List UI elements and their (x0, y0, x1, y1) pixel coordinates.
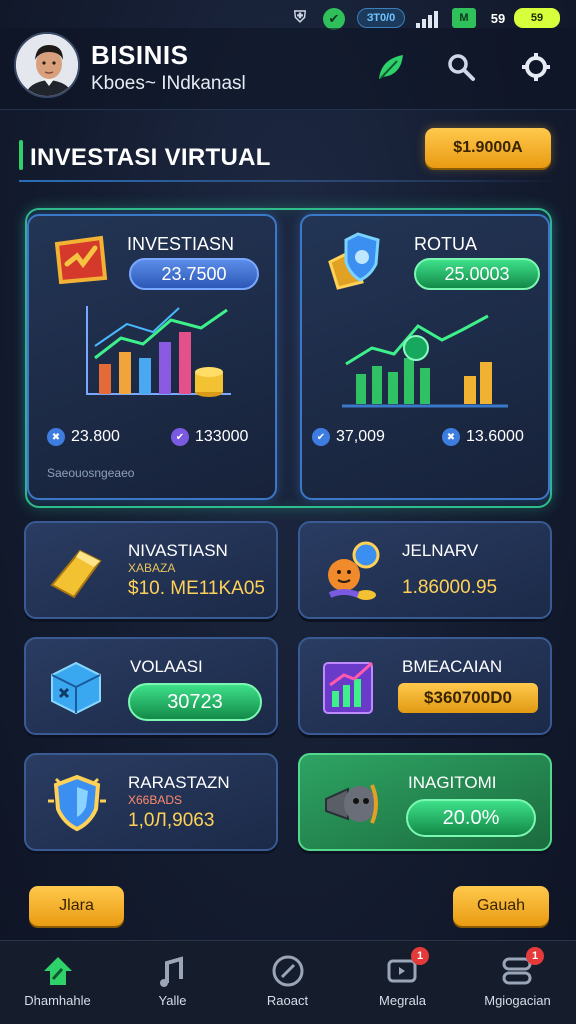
avatar[interactable] (14, 32, 80, 98)
growth-chart-illustration (342, 314, 508, 408)
swap-icon: ✖ (47, 428, 65, 446)
mascot-coin-icon (328, 541, 380, 600)
settings-button[interactable] (519, 50, 553, 84)
featured-card-investiasn[interactable]: INVESTIASN 23.7500 ✖ 23.800 ✔ 133000 Sae… (27, 214, 277, 500)
cube-icon (51, 661, 101, 715)
check-icon: ✔ (312, 428, 330, 446)
featured-stat-2-value: 13.6000 (466, 428, 524, 445)
leaf-status-icon: ✔ (323, 8, 345, 30)
tab-label: Raoact (266, 993, 309, 1008)
featured-card-rotua[interactable]: ROTUA 25.0003 ✔ 37,009 ✖ 13.6000 (300, 214, 550, 500)
card-title: INAGITOMI (408, 773, 497, 792)
card-jelnarv[interactable]: JELNARV 1.86000.95 (298, 521, 552, 619)
card-title: VOLAASI (130, 657, 203, 676)
card-nivastiasn[interactable]: NIVASTIASN XABAZA $10. ME11KA05 (24, 521, 278, 619)
status-number: 59 (490, 10, 506, 26)
tab-mgiogacian[interactable]: 1 Mgiogacian (460, 941, 575, 1024)
featured-stat-1-value: 37,009 (336, 428, 385, 445)
tab-label: Megrala (379, 993, 426, 1008)
toggles-icon: 1 (500, 947, 544, 989)
battery-indicator: 59 (514, 8, 560, 28)
shield-status-icon: ⛨ (293, 9, 306, 26)
bar-chart-icon (323, 661, 373, 714)
card-title: JELNARV (402, 541, 479, 560)
tab-megrala[interactable]: 1 Megrala (345, 941, 460, 1024)
section-title: INVESTASI VIRTUAL (30, 144, 271, 171)
tab-label: Yalle (158, 993, 187, 1008)
card-volaasi[interactable]: VOLAASI 30723 (24, 637, 278, 735)
card-value: $10. ME11KA05 (128, 578, 265, 599)
featured-amount: 25.0003 (414, 258, 540, 290)
card-value: 20.0% (406, 799, 536, 837)
app-subtitle: Kboes~ INdkanasl (91, 73, 246, 94)
shield-icon (48, 774, 106, 832)
app-header: BISINIS Kboes~ INdkanasl (0, 28, 576, 110)
music-note-icon (155, 953, 191, 989)
featured-footer: Saeouosngeaeo (47, 466, 135, 480)
signal-icon (413, 8, 441, 28)
leaf-button[interactable] (374, 50, 408, 84)
compass-icon (270, 953, 306, 989)
featured-stat-2: ✔ 133000 (171, 428, 248, 446)
featured-stat-2-value: 133000 (195, 428, 249, 445)
left-action-button[interactable]: Jlara (29, 886, 124, 926)
card-rarastazn[interactable]: RARASTAZN X66BADS 1,0Л,9063 (24, 753, 278, 851)
bottom-tab-bar: Dhamhahle Yalle Raoact 1 Megrala 1 Mgiog… (0, 940, 576, 1024)
megaphone-icon (325, 784, 378, 824)
featured-stat-1: ✖ 23.800 (47, 428, 120, 446)
swap-icon: ✖ (442, 428, 460, 446)
card-bmeacaian[interactable]: BMEACAIAN $360700D0 (298, 637, 552, 735)
card-subtitle: XABAZA (128, 561, 176, 575)
balance-button[interactable]: $1.9000A (425, 128, 551, 168)
card-title: NIVASTIASN (128, 541, 228, 560)
featured-stat-1-value: 23.800 (71, 428, 120, 445)
section-accent (19, 140, 23, 170)
home-icon (40, 953, 76, 989)
bar-chart-illustration (86, 306, 231, 397)
tab-dashboard[interactable]: Dhamhahle (0, 941, 115, 1024)
featured-title: ROTUA (414, 234, 477, 254)
right-action-button[interactable]: Gauah (453, 886, 549, 926)
featured-stat-1: ✔ 37,009 (312, 428, 385, 446)
tab-yalle[interactable]: Yalle (115, 941, 230, 1024)
gear-icon (522, 53, 550, 81)
search-button[interactable] (444, 50, 478, 84)
card-value: 1.86000.95 (402, 577, 498, 598)
featured-stat-2: ✖ 13.6000 (442, 428, 524, 446)
tab-label: Dhamhahle (24, 993, 91, 1008)
tab-raoact[interactable]: Raoact (230, 941, 345, 1024)
card-subtitle: X66BADS (128, 793, 183, 807)
card-title: RARASTAZN (128, 773, 230, 792)
search-icon (448, 54, 475, 81)
card-value: $360700D0 (398, 683, 538, 713)
sim-chip: M (452, 8, 476, 28)
section-divider (19, 180, 557, 182)
network-pill: ЗТ0/0 (357, 8, 405, 28)
message-icon: 1 (385, 947, 429, 989)
notification-badge: 1 (526, 947, 544, 965)
card-title: BMEACAIAN (402, 657, 503, 676)
featured-amount: 23.7500 (129, 258, 259, 290)
shield-coins-icon (328, 232, 380, 290)
featured-title: INVESTIASN (127, 234, 235, 254)
leaf-icon (379, 55, 403, 79)
check-icon: ✔ (171, 428, 189, 446)
card-value: 1,0Л,9063 (128, 810, 215, 831)
app-title: BISINIS (91, 40, 189, 70)
chart-badge-icon (54, 235, 108, 284)
card-value: 30723 (128, 683, 262, 721)
gold-bar-icon (50, 549, 102, 599)
card-inagitomi[interactable]: INAGITOMI 20.0% (298, 753, 552, 851)
tab-label: Mgiogacian (484, 993, 551, 1008)
notification-badge: 1 (411, 947, 429, 965)
